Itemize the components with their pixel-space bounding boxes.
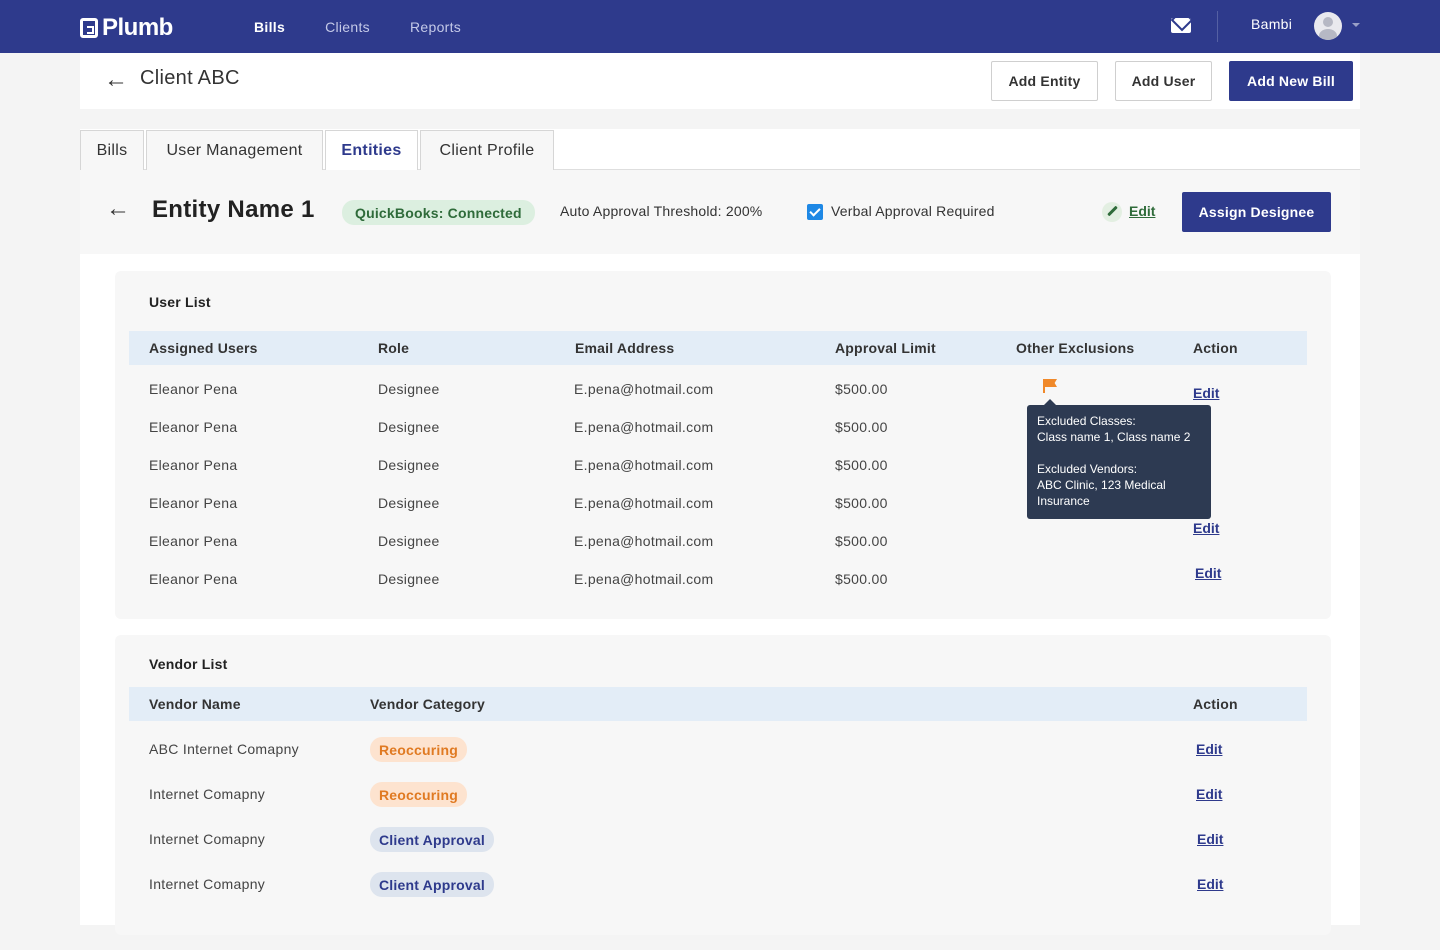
verbal-approval-label: Verbal Approval Required bbox=[831, 203, 995, 219]
role-cell: Designee bbox=[378, 495, 440, 511]
approval-limit-cell: $500.00 bbox=[835, 495, 888, 511]
logo-text: Plumb bbox=[102, 14, 173, 41]
user-name-cell: Eleanor Pena bbox=[149, 533, 238, 549]
page-title: Client ABC bbox=[140, 67, 240, 89]
column-header: Email Address bbox=[575, 340, 675, 356]
role-cell: Designee bbox=[378, 419, 440, 435]
entity-header: ← Entity Name 1 QuickBooks: Connected Au… bbox=[80, 170, 1360, 254]
column-header: Assigned Users bbox=[149, 340, 258, 356]
back-arrow-icon[interactable]: ← bbox=[106, 197, 130, 221]
nav-bills[interactable]: Bills bbox=[254, 19, 285, 35]
tab-client-profile[interactable]: Client Profile bbox=[420, 130, 554, 170]
tab-entities[interactable]: Entities bbox=[325, 130, 418, 171]
approval-limit-cell: $500.00 bbox=[835, 457, 888, 473]
email-cell: E.pena@hotmail.com bbox=[574, 571, 714, 587]
nav-clients[interactable]: Clients bbox=[325, 19, 370, 35]
tab-bills[interactable]: Bills bbox=[80, 130, 144, 170]
chevron-down-icon[interactable] bbox=[1352, 23, 1360, 27]
email-cell: E.pena@hotmail.com bbox=[574, 381, 714, 397]
assign-designee-button[interactable]: Assign Designee bbox=[1182, 192, 1331, 232]
pencil-icon[interactable] bbox=[1102, 202, 1122, 222]
email-cell: E.pena@hotmail.com bbox=[574, 419, 714, 435]
mail-icon[interactable] bbox=[1171, 18, 1191, 33]
column-header: Action bbox=[1193, 340, 1238, 356]
vendor-list-card: Vendor List Vendor Name Vendor Category … bbox=[115, 635, 1331, 935]
client-header: ← Client ABC Add Entity Add User Add New… bbox=[80, 53, 1360, 109]
tooltip-vendors-cont: Insurance bbox=[1037, 494, 1090, 508]
tooltip-vendors-label: Excluded Vendors: bbox=[1037, 462, 1138, 476]
vendor-category-chip: Client Approval bbox=[370, 872, 494, 897]
back-arrow-icon[interactable]: ← bbox=[104, 68, 128, 92]
edit-entity-link[interactable]: Edit bbox=[1129, 203, 1155, 219]
entity-name: Entity Name 1 bbox=[152, 196, 315, 223]
plumb-logo-icon bbox=[80, 18, 98, 38]
email-cell: E.pena@hotmail.com bbox=[574, 457, 714, 473]
vendor-list-title: Vendor List bbox=[149, 656, 228, 672]
user-table-header: Assigned Users Role Email Address Approv… bbox=[129, 331, 1307, 365]
vendor-category-chip: Reoccuring bbox=[370, 782, 468, 807]
flag-icon[interactable] bbox=[1042, 379, 1058, 393]
user-name-cell: Eleanor Pena bbox=[149, 457, 238, 473]
top-navbar: Plumb Bills Clients Reports Bambi bbox=[0, 0, 1440, 53]
role-cell: Designee bbox=[378, 571, 440, 587]
verbal-approval-checkbox[interactable] bbox=[807, 204, 823, 220]
email-cell: E.pena@hotmail.com bbox=[574, 495, 714, 511]
add-entity-button[interactable]: Add Entity bbox=[991, 61, 1098, 101]
edit-vendor-link[interactable]: Edit bbox=[1197, 876, 1223, 892]
content-panel: User List Assigned Users Role Email Addr… bbox=[80, 254, 1360, 935]
edit-user-link[interactable]: Edit bbox=[1193, 385, 1219, 401]
user-list-title: User List bbox=[149, 294, 211, 310]
column-header: Role bbox=[378, 340, 410, 356]
vendor-name-cell: Internet Comapny bbox=[149, 831, 266, 847]
tooltip-vendors: ABC Clinic, 123 Medical bbox=[1037, 478, 1166, 492]
tooltip-classes: Class name 1, Class name 2 bbox=[1037, 430, 1191, 444]
vendor-name-cell: Internet Comapny bbox=[149, 876, 266, 892]
approval-limit-cell: $500.00 bbox=[835, 571, 888, 587]
role-cell: Designee bbox=[378, 457, 440, 473]
edit-user-link[interactable]: Edit bbox=[1193, 520, 1219, 536]
plumb-logo[interactable]: Plumb bbox=[80, 14, 173, 42]
edit-vendor-link[interactable]: Edit bbox=[1196, 786, 1222, 802]
role-cell: Designee bbox=[378, 381, 440, 397]
auto-approval-threshold: Auto Approval Threshold: 200% bbox=[560, 203, 763, 219]
user-name[interactable]: Bambi bbox=[1251, 16, 1292, 32]
vendor-category-chip: Reoccuring bbox=[370, 737, 468, 762]
user-name-cell: Eleanor Pena bbox=[149, 495, 238, 511]
vendor-table-header: Vendor Name Vendor Category Action bbox=[129, 687, 1307, 721]
column-header: Approval Limit bbox=[835, 340, 936, 356]
edit-vendor-link[interactable]: Edit bbox=[1196, 741, 1222, 757]
role-cell: Designee bbox=[378, 533, 440, 549]
quickbooks-status-badge: QuickBooks: Connected bbox=[342, 200, 535, 225]
tooltip-classes-label: Excluded Classes: bbox=[1037, 414, 1136, 428]
approval-limit-cell: $500.00 bbox=[835, 533, 888, 549]
exclusions-tooltip: Excluded Classes: Class name 1, Class na… bbox=[1027, 399, 1211, 519]
column-header: Vendor Category bbox=[370, 696, 486, 712]
tab-bar: Bills User Management Entities Client Pr… bbox=[80, 129, 1360, 171]
approval-limit-cell: $500.00 bbox=[835, 381, 888, 397]
nav-divider bbox=[1217, 11, 1218, 42]
approval-limit-cell: $500.00 bbox=[835, 419, 888, 435]
column-header: Other Exclusions bbox=[1016, 340, 1135, 356]
vendor-name-cell: ABC Internet Comapny bbox=[149, 741, 299, 757]
avatar[interactable] bbox=[1314, 12, 1342, 40]
user-name-cell: Eleanor Pena bbox=[149, 381, 238, 397]
vendor-name-cell: Internet Comapny bbox=[149, 786, 266, 802]
column-header: Action bbox=[1193, 696, 1238, 712]
nav-reports[interactable]: Reports bbox=[410, 19, 461, 35]
add-new-bill-button[interactable]: Add New Bill bbox=[1229, 61, 1353, 101]
add-user-button[interactable]: Add User bbox=[1115, 61, 1212, 101]
edit-user-link[interactable]: Edit bbox=[1195, 565, 1221, 581]
vendor-category-chip: Client Approval bbox=[370, 827, 494, 852]
tab-user-management[interactable]: User Management bbox=[146, 130, 323, 170]
column-header: Vendor Name bbox=[149, 696, 241, 712]
email-cell: E.pena@hotmail.com bbox=[574, 533, 714, 549]
user-name-cell: Eleanor Pena bbox=[149, 571, 238, 587]
user-name-cell: Eleanor Pena bbox=[149, 419, 238, 435]
edit-vendor-link[interactable]: Edit bbox=[1197, 831, 1223, 847]
main-nav: Bills Clients Reports bbox=[254, 0, 501, 53]
